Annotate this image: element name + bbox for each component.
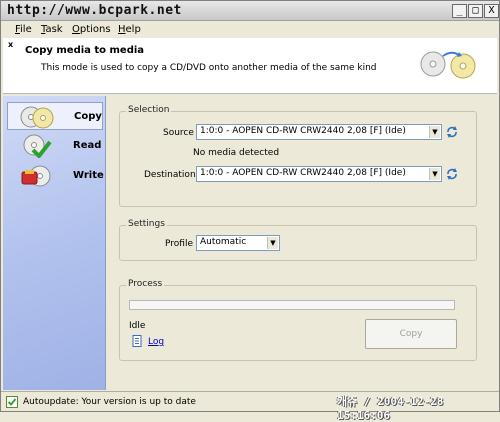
sidebar-item-label: Write <box>73 170 104 181</box>
menu-task[interactable]: Task <box>41 24 63 35</box>
mode-title: Copy media to media <box>25 45 145 56</box>
log-file-icon <box>132 335 142 347</box>
process-title: Process <box>126 279 165 289</box>
mode-description: This mode is used to copy a CD/DVD onto … <box>41 63 377 73</box>
copy-button[interactable]: Copy <box>365 319 457 349</box>
application-window: http://www.bcpark.net _ □ X File Task Op… <box>0 0 500 422</box>
header-close-icon[interactable]: x <box>8 40 13 49</box>
copy-discs-icon <box>20 106 54 129</box>
refresh-source-icon[interactable] <box>446 126 458 138</box>
mode-sidebar: Copy Read Write <box>3 96 106 390</box>
source-label: Source <box>163 128 194 138</box>
status-text: Autoupdate: Your version is up to date <box>23 397 196 407</box>
maximize-button[interactable]: □ <box>468 4 483 18</box>
sidebar-item-label: Copy <box>74 111 102 122</box>
selection-title: Selection <box>126 105 172 115</box>
minimize-button[interactable]: _ <box>452 4 467 18</box>
source-value: 1:0:0 - AOPEN CD-RW CRW2440 2,08 [F] (Id… <box>200 126 406 136</box>
source-select[interactable]: 1:0:0 - AOPEN CD-RW CRW2440 2,08 [F] (Id… <box>196 124 442 140</box>
menu-options[interactable]: Options <box>72 24 111 35</box>
destination-label: Destination <box>144 170 196 180</box>
menu-help[interactable]: Help <box>118 24 141 35</box>
media-status: No media detected <box>193 148 280 158</box>
sidebar-item-write[interactable]: Write <box>7 162 104 190</box>
chevron-down-icon: ▼ <box>429 168 440 180</box>
profile-label: Profile <box>165 239 193 249</box>
refresh-destination-icon[interactable] <box>446 168 458 180</box>
menu-file[interactable]: File <box>15 24 32 35</box>
log-link[interactable]: Log <box>148 337 164 347</box>
close-button[interactable]: X <box>484 4 499 18</box>
destination-select[interactable]: 1:0:0 - AOPEN CD-RW CRW2440 2,08 [F] (Id… <box>196 166 442 182</box>
sidebar-item-read[interactable]: Read <box>7 132 103 160</box>
write-disc-icon <box>21 165 51 187</box>
menu-bar: File Task Options Help <box>1 22 499 38</box>
watermark-url: http://www.bcpark.net <box>7 3 182 18</box>
destination-value: 1:0:0 - AOPEN CD-RW CRW2440 2,08 [F] (Id… <box>200 168 406 178</box>
profile-value: Automatic <box>200 237 247 247</box>
sidebar-item-copy[interactable]: Copy <box>7 102 103 130</box>
disc-copy-icon <box>420 51 476 79</box>
update-check-icon <box>6 396 18 408</box>
settings-title: Settings <box>126 219 167 229</box>
chevron-down-icon: ▼ <box>429 126 440 138</box>
chevron-down-icon: ▼ <box>267 237 278 249</box>
mode-header: x Copy media to media This mode is used … <box>3 38 497 94</box>
process-state: Idle <box>129 321 146 331</box>
profile-select[interactable]: Automatic ▼ <box>196 235 280 251</box>
title-bar[interactable]: http://www.bcpark.net _ □ X <box>1 1 499 21</box>
sidebar-item-label: Read <box>73 140 102 151</box>
capture-stamp: 캐쥬 / 2004-12-28 15:16:06 <box>337 395 444 422</box>
copy-progress-bar <box>129 300 455 310</box>
read-disc-icon <box>23 134 52 158</box>
